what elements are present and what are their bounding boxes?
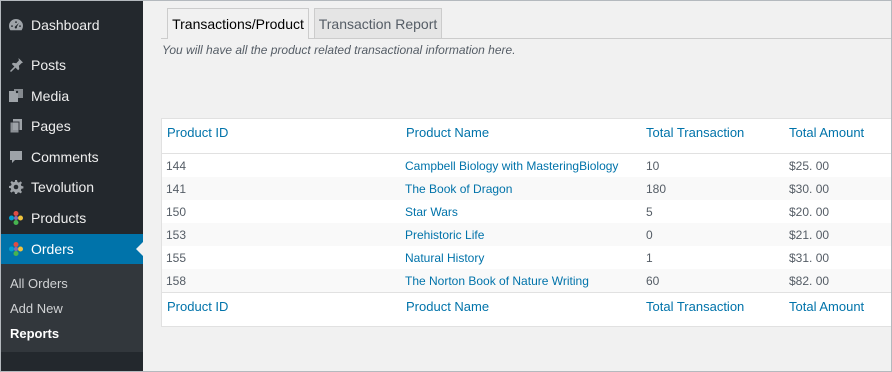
tab-label: Transaction Report — [318, 15, 438, 32]
media-icon — [7, 88, 24, 104]
submenu-item-reports[interactable]: Reports — [10, 326, 59, 341]
total-amount-cell: $25. 00 — [789, 159, 830, 173]
table-row: 155 Natural History 1 $31. 00 — [162, 246, 891, 269]
product-id-cell: 150 — [166, 205, 187, 219]
product-id-cell: 144 — [166, 159, 187, 173]
product-id-cell: 158 — [166, 274, 187, 288]
tab-transactions-product[interactable]: Transactions/Product — [167, 8, 309, 39]
sidebar-item-label: Comments — [31, 149, 99, 165]
total-transaction-cell: 10 — [646, 159, 660, 173]
colorful-flower-icon — [7, 241, 24, 257]
sidebar-item-label: Tevolution — [31, 179, 95, 195]
total-amount-cell: $31. 00 — [789, 251, 830, 265]
column-footer-product-id[interactable]: Product ID — [167, 299, 228, 314]
product-id-cell: 141 — [166, 182, 187, 196]
table-row: 158 The Norton Book of Nature Writing 60… — [162, 269, 891, 292]
sidebar-item-tevolution[interactable]: Tevolution — [1, 172, 143, 202]
column-footer-total-amount[interactable]: Total Amount — [789, 299, 864, 314]
product-id-cell: 153 — [166, 228, 187, 242]
total-transaction-cell: 1 — [646, 251, 653, 265]
sidebar-item-label: Media — [31, 88, 70, 104]
table-row: 141 The Book of Dragon 180 $30. 00 — [162, 177, 891, 200]
sidebar-item-pages[interactable]: Pages — [1, 111, 143, 141]
sidebar-item-label: Products — [31, 210, 87, 226]
product-id-cell: 155 — [166, 251, 187, 265]
column-header-total-amount[interactable]: Total Amount — [789, 125, 864, 140]
product-name-link[interactable]: Prehistoric Life — [405, 228, 484, 242]
table-row: 150 Star Wars 5 $20. 00 — [162, 200, 891, 223]
total-transaction-cell: 5 — [646, 205, 653, 219]
total-amount-cell: $82. 00 — [789, 274, 830, 288]
sidebar-item-orders[interactable]: Orders — [1, 234, 143, 264]
transactions-table: Product ID Product Name Total Transactio… — [161, 118, 891, 327]
sidebar-item-label: Dashboard — [31, 17, 100, 33]
admin-window: Dashboard Posts Media Pages Comments Tev… — [0, 0, 892, 372]
sidebar-item-comments[interactable]: Comments — [1, 142, 143, 172]
orders-submenu: All Orders Add New Reports — [1, 264, 143, 352]
pushpin-icon — [7, 57, 24, 73]
page-description: You will have all the product related tr… — [162, 43, 516, 57]
admin-sidebar: Dashboard Posts Media Pages Comments Tev… — [1, 1, 143, 371]
sidebar-item-label: Orders — [31, 241, 74, 257]
total-amount-cell: $20. 00 — [789, 205, 830, 219]
dashboard-icon — [7, 17, 24, 33]
total-amount-cell: $21. 00 — [789, 228, 830, 242]
sidebar-item-label: Posts — [31, 57, 67, 73]
sidebar-item-products[interactable]: Products — [1, 203, 143, 233]
pages-icon — [7, 118, 24, 134]
column-footer-total-transaction[interactable]: Total Transaction — [646, 299, 744, 314]
product-name-link[interactable]: Natural History — [405, 251, 484, 265]
submenu-item-all-orders[interactable]: All Orders — [10, 276, 68, 291]
total-amount-cell: $30. 00 — [789, 182, 830, 196]
colorful-flower-icon — [7, 210, 24, 226]
tab-transaction-report[interactable]: Transaction Report — [314, 8, 442, 38]
active-menu-arrow — [136, 242, 143, 256]
footer-divider — [162, 292, 891, 293]
tab-label: Transactions/Product — [172, 16, 304, 32]
column-header-product-id[interactable]: Product ID — [167, 125, 228, 140]
submenu-item-add-new[interactable]: Add New — [10, 301, 63, 316]
column-header-product-name[interactable]: Product Name — [406, 125, 489, 140]
product-name-link[interactable]: Campbell Biology with MasteringBiology — [405, 159, 618, 173]
product-name-link[interactable]: The Norton Book of Nature Writing — [405, 274, 589, 288]
sidebar-item-media[interactable]: Media — [1, 81, 143, 111]
table-row: 153 Prehistoric Life 0 $21. 00 — [162, 223, 891, 246]
product-name-link[interactable]: Star Wars — [405, 205, 458, 219]
total-transaction-cell: 0 — [646, 228, 653, 242]
product-name-link[interactable]: The Book of Dragon — [405, 182, 512, 196]
gear-icon — [7, 179, 24, 195]
sidebar-item-posts[interactable]: Posts — [1, 50, 143, 80]
column-footer-product-name[interactable]: Product Name — [406, 299, 489, 314]
sidebar-item-label: Pages — [31, 118, 71, 134]
sidebar-item-dashboard[interactable]: Dashboard — [1, 10, 143, 40]
table-row: 144 Campbell Biology with MasteringBiolo… — [162, 154, 891, 177]
total-transaction-cell: 60 — [646, 274, 660, 288]
comment-bubble-icon — [7, 149, 24, 165]
total-transaction-cell: 180 — [646, 182, 667, 196]
column-header-total-transaction[interactable]: Total Transaction — [646, 125, 744, 140]
